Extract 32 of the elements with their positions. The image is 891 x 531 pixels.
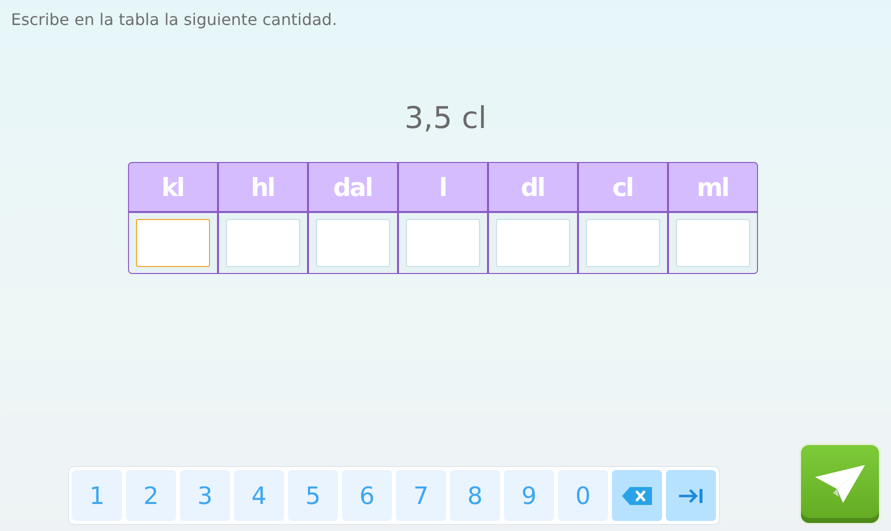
digit-key[interactable]: 4 — [234, 470, 284, 521]
column-header: kl — [128, 163, 216, 211]
input-field[interactable] — [406, 219, 480, 267]
backspace-button[interactable] — [612, 470, 662, 521]
digit-key[interactable]: 0 — [558, 470, 608, 521]
column-header: cl — [578, 163, 666, 211]
tab-arrow-icon — [678, 488, 704, 504]
next-field-button[interactable] — [666, 470, 716, 521]
input-field[interactable] — [136, 219, 210, 267]
digit-key[interactable]: 3 — [180, 470, 230, 521]
digit-key[interactable]: 8 — [450, 470, 500, 521]
input-field[interactable] — [676, 219, 750, 267]
column-header: hl — [218, 163, 306, 211]
digit-key[interactable]: 1 — [72, 470, 122, 521]
digit-key[interactable]: 9 — [504, 470, 554, 521]
digit-key[interactable]: 2 — [126, 470, 176, 521]
column-header: ml — [668, 163, 756, 211]
input-field[interactable] — [586, 219, 660, 267]
send-button[interactable] — [799, 443, 881, 525]
column-header: dl — [488, 163, 576, 211]
digit-key[interactable]: 6 — [342, 470, 392, 521]
backspace-icon — [622, 486, 652, 504]
digit-key[interactable]: 7 — [396, 470, 446, 521]
column-header: l — [398, 163, 486, 211]
column-header: dal — [308, 163, 396, 211]
input-field[interactable] — [316, 219, 390, 267]
paper-plane-icon — [813, 463, 867, 505]
input-field[interactable] — [226, 219, 300, 267]
instruction-text: Escribe en la tabla la siguiente cantidad. — [11, 10, 338, 29]
digit-key[interactable]: 5 — [288, 470, 338, 521]
input-field[interactable] — [496, 219, 570, 267]
quantity-text: 3,5 cl — [404, 101, 487, 136]
